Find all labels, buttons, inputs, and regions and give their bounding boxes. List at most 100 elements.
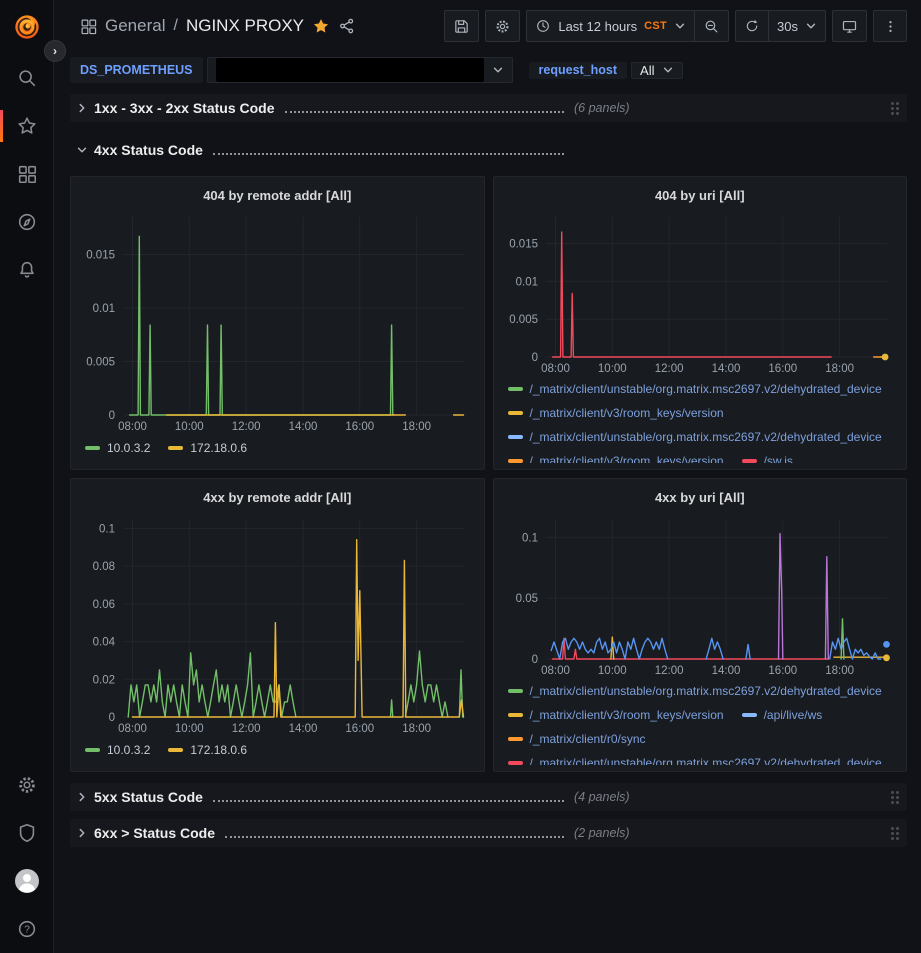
row-title: 6xx > Status Code <box>94 825 215 841</box>
series-color-swatch <box>508 689 523 693</box>
legend-item[interactable]: 172.18.0.6 <box>168 441 247 455</box>
svg-text:0.08: 0.08 <box>93 561 115 573</box>
sidebar-item-configuration[interactable] <box>0 761 54 809</box>
legend-item[interactable]: /_matrix/client/r0/sync <box>508 732 646 746</box>
legend-item[interactable]: /sw.js <box>742 454 793 463</box>
timeseries-chart[interactable]: 08:0010:0012:0014:0016:0018:0000.0050.01… <box>500 209 901 377</box>
svg-text:16:00: 16:00 <box>768 363 797 375</box>
series-label: /api/live/ws <box>764 708 823 722</box>
timeseries-chart[interactable]: 08:0010:0012:0014:0016:0018:0000.050.1 <box>500 511 901 679</box>
row-header-5xx[interactable]: 5xx Status Code (4 panels) <box>70 783 907 811</box>
row-drag-handle[interactable] <box>889 789 901 806</box>
star-icon <box>16 115 38 137</box>
svg-text:12:00: 12:00 <box>654 665 683 677</box>
main-content: General / NGINX PROXY <box>54 0 921 953</box>
row-drag-handle[interactable] <box>889 825 901 842</box>
zoom-out-button[interactable] <box>695 10 729 42</box>
help-icon: ? <box>16 918 38 940</box>
svg-text:0.01: 0.01 <box>515 276 537 288</box>
legend-item[interactable]: /_matrix/client/unstable/org.matrix.msc2… <box>508 382 882 396</box>
favorite-star-icon[interactable] <box>312 17 330 35</box>
legend-item[interactable]: /_matrix/client/v3/room_keys/version <box>508 454 724 463</box>
panel-legend: /_matrix/client/unstable/org.matrix.msc2… <box>500 679 901 765</box>
timeseries-chart[interactable]: 08:0010:0012:0014:0016:0018:0000.020.040… <box>77 511 478 737</box>
legend-row: 10.0.3.2 172.18.0.6 <box>85 737 478 763</box>
svg-text:12:00: 12:00 <box>232 421 261 433</box>
series-label: /_matrix/client/r0/sync <box>530 732 646 746</box>
svg-text:10:00: 10:00 <box>175 421 204 433</box>
time-range-picker[interactable]: Last 12 hours CST <box>526 10 695 42</box>
legend-item[interactable]: 10.0.3.2 <box>85 441 150 455</box>
sidebar-item-dashboards[interactable] <box>0 150 54 198</box>
row-panel-count: (2 panels) <box>574 826 630 840</box>
share-icon[interactable] <box>338 17 356 35</box>
compass-icon <box>16 211 38 233</box>
sidebar-item-server-admin[interactable] <box>0 809 54 857</box>
row-header-6xx[interactable]: 6xx > Status Code (2 panels) <box>70 819 907 847</box>
legend-item[interactable]: /api/live/ws <box>742 708 823 722</box>
sidebar-item-help[interactable]: ? <box>0 905 54 953</box>
panel-title[interactable]: 4xx by remote addr [All] <box>77 483 478 511</box>
row-drag-handle[interactable] <box>889 100 901 117</box>
panel-title[interactable]: 404 by uri [All] <box>500 181 901 209</box>
chevron-down-icon <box>662 64 674 76</box>
legend-item[interactable]: 10.0.3.2 <box>85 743 150 757</box>
chevron-down-icon <box>674 20 686 32</box>
sidebar-item-explore[interactable] <box>0 198 54 246</box>
panel-title[interactable]: 4xx by uri [All] <box>500 483 901 511</box>
sidebar-item-search[interactable] <box>0 54 54 102</box>
sidebar-item-alerting[interactable] <box>0 246 54 294</box>
legend-item[interactable]: /_matrix/client/v3/room_keys/version <box>508 708 724 722</box>
chevron-right-icon <box>76 791 88 803</box>
dashboard-title[interactable]: NGINX PROXY <box>186 16 304 36</box>
svg-text:0: 0 <box>531 654 537 666</box>
request-host-dropdown[interactable]: All <box>631 62 683 79</box>
dashboards-grid-icon <box>16 163 38 185</box>
legend-row: /_matrix/client/v3/room_keys/version <box>508 401 901 425</box>
svg-text:08:00: 08:00 <box>541 665 570 677</box>
chart-svg: 08:0010:0012:0014:0016:0018:0000.020.040… <box>77 511 478 737</box>
svg-text:0.1: 0.1 <box>99 523 115 535</box>
timezone-label: CST <box>644 20 667 32</box>
breadcrumb-separator: / <box>173 17 177 35</box>
tv-mode-button[interactable] <box>832 10 867 42</box>
svg-text:0.015: 0.015 <box>86 250 115 262</box>
row-title: 5xx Status Code <box>94 789 203 805</box>
panel-legend: 10.0.3.2 172.18.0.6 <box>77 737 478 765</box>
series-color-swatch <box>742 459 757 463</box>
svg-text:16:00: 16:00 <box>345 421 374 433</box>
datasource-dropdown[interactable] <box>207 57 513 83</box>
legend-row: /_matrix/client/unstable/org.matrix.msc2… <box>508 377 901 401</box>
series-color-swatch <box>85 748 100 752</box>
sidebar-expand-button[interactable]: › <box>44 40 66 62</box>
legend-item[interactable]: /_matrix/client/unstable/org.matrix.msc2… <box>508 756 882 765</box>
gear-icon <box>16 774 38 796</box>
timeseries-chart[interactable]: 08:0010:0012:0014:0016:0018:0000.0050.01… <box>77 209 478 435</box>
legend-item[interactable]: 172.18.0.6 <box>168 743 247 757</box>
legend-row: /_matrix/client/unstable/org.matrix.msc2… <box>508 751 901 765</box>
legend-item[interactable]: /_matrix/client/unstable/org.matrix.msc2… <box>508 684 882 698</box>
svg-text:0.015: 0.015 <box>509 239 538 251</box>
series-color-swatch <box>508 713 523 717</box>
panel-4xx-by-remote-addr: 4xx by remote addr [All] 08:0010:0012:00… <box>70 478 485 772</box>
redacted-value <box>216 58 484 82</box>
variable-request-host: request_host All <box>529 62 684 79</box>
dashboard-settings-button[interactable] <box>485 10 520 42</box>
refresh-button[interactable] <box>735 10 769 42</box>
panel-404-by-uri: 404 by uri [All] 08:0010:0012:0014:0016:… <box>493 176 908 470</box>
panel-title[interactable]: 404 by remote addr [All] <box>77 181 478 209</box>
row-header-1xx-3xx-2xx[interactable]: 1xx - 3xx - 2xx Status Code (6 panels) <box>70 94 907 122</box>
row-header-4xx[interactable]: 4xx Status Code <box>70 136 907 164</box>
legend-row: 10.0.3.2 172.18.0.6 <box>85 435 478 461</box>
chart-svg: 08:0010:0012:0014:0016:0018:0000.050.1 <box>500 511 901 679</box>
row-left: 4xx Status Code <box>74 142 574 158</box>
legend-item[interactable]: /_matrix/client/v3/room_keys/version <box>508 406 724 420</box>
legend-item[interactable]: /_matrix/client/unstable/org.matrix.msc2… <box>508 430 882 444</box>
breadcrumb-section[interactable]: General <box>105 16 165 36</box>
sidebar-item-starred[interactable] <box>0 102 54 150</box>
refresh-interval-dropdown[interactable]: 30s <box>769 10 826 42</box>
save-dashboard-button[interactable] <box>444 10 479 42</box>
more-options-button[interactable] <box>873 10 907 42</box>
svg-text:10:00: 10:00 <box>597 665 626 677</box>
sidebar-item-profile[interactable] <box>0 857 54 905</box>
